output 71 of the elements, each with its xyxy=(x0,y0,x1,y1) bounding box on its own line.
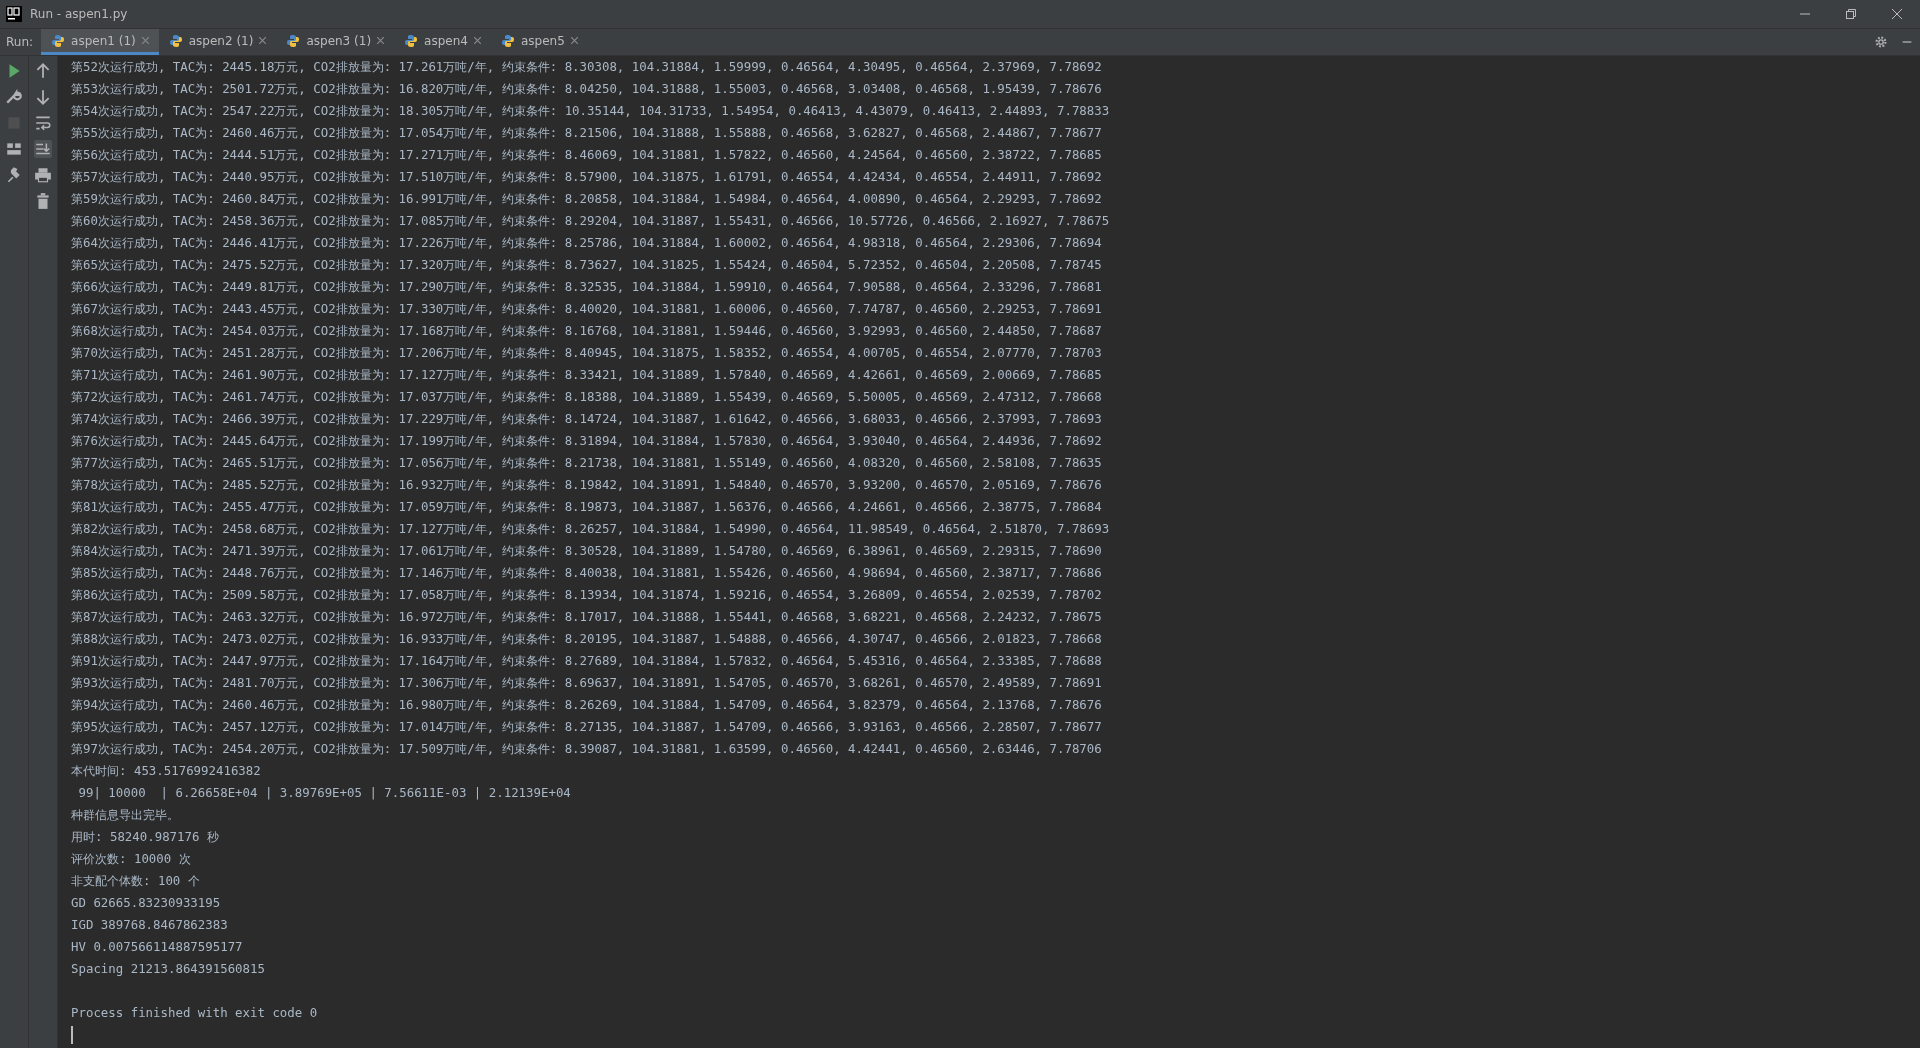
console-line: IGD 389768.8467862383 xyxy=(71,916,229,934)
python-icon xyxy=(286,33,301,48)
settings-icon[interactable] xyxy=(1874,35,1888,49)
close-icon[interactable] xyxy=(570,37,578,44)
close-icon[interactable] xyxy=(259,37,267,44)
console-line: 第68次运行成功, TAC为: 2454.03万元, CO2排放量为: 17.168万吨/年, 约束条件: 8.16768, 104.31881, 1.59446, 0.46560, 3.92993, 0.46560, 2.44850, 7.78687 xyxy=(71,322,1103,340)
console-line: HV 0.007566114887595177 xyxy=(71,938,244,956)
restore-icon[interactable] xyxy=(1846,9,1856,19)
trash-icon[interactable] xyxy=(34,192,52,210)
python-icon xyxy=(168,33,183,48)
run-tab[interactable]: aspen1 (1) xyxy=(41,29,159,55)
console-line: 第54次运行成功, TAC为: 2547.22万元, CO2排放量为: 18.305万吨/年, 约束条件: 10.35144, 104.31733, 1.54954, 0.46413, 4.43079, 0.46413, 2.44893, 7.78833 xyxy=(71,102,1111,120)
console-line: 第72次运行成功, TAC为: 2461.74万元, CO2排放量为: 17.037万吨/年, 约束条件: 8.18388, 104.31889, 1.55439, 0.46569, 5.50005, 0.46569, 2.47312, 7.78668 xyxy=(71,388,1103,406)
console-line: 第74次运行成功, TAC为: 2466.39万元, CO2排放量为: 17.229万吨/年, 约束条件: 8.14724, 104.31887, 1.61642, 0.46566, 3.68033, 0.46566, 2.37993, 7.78693 xyxy=(71,410,1103,428)
console-line: 第66次运行成功, TAC为: 2449.81万元, CO2排放量为: 17.290万吨/年, 约束条件: 8.32535, 104.31884, 1.59910, 0.46564, 7.90588, 0.46564, 2.33296, 7.78681 xyxy=(71,278,1103,296)
run-label: Run: xyxy=(5,34,35,51)
console-line: 第78次运行成功, TAC为: 2485.52万元, CO2排放量为: 16.932万吨/年, 约束条件: 8.19842, 104.31891, 1.54840, 0.46570, 3.93200, 0.46570, 2.05169, 7.78676 xyxy=(71,476,1103,494)
console-line: 第93次运行成功, TAC为: 2481.70万元, CO2排放量为: 17.306万吨/年, 约束条件: 8.69637, 104.31891, 1.54705, 0.46570, 3.68261, 0.46570, 2.49589, 7.78691 xyxy=(71,674,1103,692)
console-line: 第85次运行成功, TAC为: 2448.76万元, CO2排放量为: 17.146万吨/年, 约束条件: 8.40038, 104.31881, 1.55426, 0.46560, 4.98694, 0.46560, 2.38717, 7.78686 xyxy=(71,564,1103,582)
console-line: 第64次运行成功, TAC为: 2446.41万元, CO2排放量为: 17.226万吨/年, 约束条件: 8.25786, 104.31884, 1.60002, 0.46564, 4.98318, 0.46564, 2.29306, 7.78694 xyxy=(71,234,1103,252)
python-icon xyxy=(404,33,419,48)
console-line: 第95次运行成功, TAC为: 2457.12万元, CO2排放量为: 17.014万吨/年, 约束条件: 8.27135, 104.31887, 1.54709, 0.46566, 3.93163, 0.46566, 2.28507, 7.78677 xyxy=(71,718,1103,736)
python-icon xyxy=(51,33,66,48)
console-line: Spacing 21213.864391560815 xyxy=(71,960,266,978)
python-icon xyxy=(500,33,515,48)
window-title: Run - aspen1.py xyxy=(30,7,129,21)
console-line: 第71次运行成功, TAC为: 2461.90万元, CO2排放量为: 17.127万吨/年, 约束条件: 8.33421, 104.31889, 1.57840, 0.46569, 4.42661, 0.46569, 2.00669, 7.78685 xyxy=(71,366,1103,384)
text-cursor xyxy=(71,1026,73,1044)
console-line: 第81次运行成功, TAC为: 2455.47万元, CO2排放量为: 17.059万吨/年, 约束条件: 8.19873, 104.31887, 1.56376, 0.46566, 4.24661, 0.46566, 2.38775, 7.78684 xyxy=(71,498,1103,516)
console-line: 第88次运行成功, TAC为: 2473.02万元, CO2排放量为: 16.933万吨/年, 约束条件: 8.20195, 104.31887, 1.54888, 0.46566, 4.30747, 0.46566, 2.01823, 7.78668 xyxy=(71,630,1103,648)
down-arrow-icon[interactable] xyxy=(34,88,52,106)
console-line: 第70次运行成功, TAC为: 2451.28万元, CO2排放量为: 17.206万吨/年, 约束条件: 8.40945, 104.31875, 1.58352, 0.46554, 4.00705, 0.46554, 2.07770, 7.78703 xyxy=(71,344,1103,362)
close-icon[interactable] xyxy=(473,37,481,44)
run-tab[interactable]: aspen3 (1) xyxy=(276,29,395,55)
console-line: 第52次运行成功, TAC为: 2445.18万元, CO2排放量为: 17.261万吨/年, 约束条件: 8.30308, 104.31884, 1.59999, 0.46564, 4.30495, 0.46564, 2.37969, 7.78692 xyxy=(71,58,1103,76)
console-line: 第67次运行成功, TAC为: 2443.45万元, CO2排放量为: 17.330万吨/年, 约束条件: 8.40020, 104.31881, 1.60006, 0.46560, 7.74787, 0.46560, 2.29253, 7.78691 xyxy=(71,300,1103,318)
console-line: 评价次数: 10000 次 xyxy=(71,850,192,868)
console-line: Process finished with exit code 0 xyxy=(71,1004,319,1022)
console-line: GD 62665.83230933195 xyxy=(71,894,222,912)
close-icon[interactable] xyxy=(377,37,385,44)
run-tab[interactable]: aspen4 xyxy=(394,29,491,55)
layout-icon[interactable] xyxy=(5,140,23,158)
console-line: 第65次运行成功, TAC为: 2475.52万元, CO2排放量为: 17.320万吨/年, 约束条件: 8.73627, 104.31825, 1.55424, 0.46504, 5.72352, 0.46504, 2.20508, 7.78745 xyxy=(71,256,1103,274)
console-line: 第53次运行成功, TAC为: 2501.72万元, CO2排放量为: 16.820万吨/年, 约束条件: 8.04250, 104.31888, 1.55003, 0.46568, 3.03408, 0.46568, 1.95439, 7.78676 xyxy=(71,80,1103,98)
console-line: 第87次运行成功, TAC为: 2463.32万元, CO2排放量为: 16.972万吨/年, 约束条件: 8.17017, 104.31888, 1.55441, 0.46568, 3.68221, 0.46568, 2.24232, 7.78675 xyxy=(71,608,1103,626)
console-line: 第60次运行成功, TAC为: 2458.36万元, CO2排放量为: 17.085万吨/年, 约束条件: 8.29204, 104.31887, 1.55431, 0.46566, 10.57726, 0.46566, 2.16927, 7.78675 xyxy=(71,212,1111,230)
console-line: 第91次运行成功, TAC为: 2447.97万元, CO2排放量为: 17.164万吨/年, 约束条件: 8.27689, 104.31884, 1.57832, 0.46564, 5.45316, 0.46564, 2.33385, 7.78688 xyxy=(71,652,1103,670)
scroll-to-end-icon[interactable] xyxy=(34,140,52,158)
console-line: 第57次运行成功, TAC为: 2440.95万元, CO2排放量为: 17.510万吨/年, 约束条件: 8.57900, 104.31875, 1.61791, 0.46554, 4.42434, 0.46554, 2.44911, 7.78692 xyxy=(71,168,1103,186)
close-icon[interactable] xyxy=(1892,9,1902,19)
console-line: 第77次运行成功, TAC为: 2465.51万元, CO2排放量为: 17.056万吨/年, 约束条件: 8.21738, 104.31881, 1.55149, 0.46560, 4.08320, 0.46560, 2.58108, 7.78635 xyxy=(71,454,1103,472)
console-line: 第94次运行成功, TAC为: 2460.46万元, CO2排放量为: 16.980万吨/年, 约束条件: 8.26269, 104.31884, 1.54709, 0.46564, 3.82379, 0.46564, 2.13768, 7.78676 xyxy=(71,696,1103,714)
console-line: 第97次运行成功, TAC为: 2454.20万元, CO2排放量为: 17.509万吨/年, 约束条件: 8.39087, 104.31881, 1.63599, 0.46560, 4.42441, 0.46560, 2.63446, 7.78706 xyxy=(71,740,1103,758)
console-line: 第76次运行成功, TAC为: 2445.64万元, CO2排放量为: 17.199万吨/年, 约束条件: 8.31894, 104.31884, 1.57830, 0.46564, 3.93040, 0.46564, 2.44936, 7.78692 xyxy=(71,432,1103,450)
console-line: 第56次运行成功, TAC为: 2444.51万元, CO2排放量为: 17.271万吨/年, 约束条件: 8.46069, 104.31881, 1.57822, 0.46560, 4.24564, 0.46560, 2.38722, 7.78685 xyxy=(71,146,1103,164)
soft-wrap-icon[interactable] xyxy=(34,114,52,132)
console-line: 非支配个体数: 100 个 xyxy=(71,872,201,890)
run-tab[interactable]: aspen2 (1) xyxy=(158,29,277,55)
console-line: 本代时间: 453.5176992416382 xyxy=(71,762,262,780)
app-logo-icon xyxy=(6,6,22,22)
up-arrow-icon[interactable] xyxy=(34,62,52,80)
console-line: 第55次运行成功, TAC为: 2460.46万元, CO2排放量为: 17.054万吨/年, 约束条件: 8.21506, 104.31888, 1.55888, 0.46568, 3.62827, 0.46568, 2.44867, 7.78677 xyxy=(71,124,1103,142)
console-line: 第86次运行成功, TAC为: 2509.58万元, CO2排放量为: 17.058万吨/年, 约束条件: 8.13934, 104.31874, 1.59216, 0.46554, 3.26809, 0.46554, 2.02539, 7.78702 xyxy=(71,586,1103,604)
console-line: 第82次运行成功, TAC为: 2458.68万元, CO2排放量为: 17.127万吨/年, 约束条件: 8.26257, 104.31884, 1.54990, 0.46564, 11.98549, 0.46564, 2.51870, 7.78693 xyxy=(71,520,1111,538)
console-line: 用时: 58240.987176 秒 xyxy=(71,828,220,846)
print-icon[interactable] xyxy=(34,166,52,184)
run-tab[interactable]: aspen5 xyxy=(490,29,588,55)
console-line: 99| 10000 | 6.26658E+04 | 3.89769E+05 | 7.56611E-03 | 2.12139E+04 xyxy=(77,784,572,802)
console-line: 第59次运行成功, TAC为: 2460.84万元, CO2排放量为: 16.991万吨/年, 约束条件: 8.20858, 104.31884, 1.54984, 0.46564, 4.00890, 0.46564, 2.29293, 7.78692 xyxy=(71,190,1103,208)
console-line: 第84次运行成功, TAC为: 2471.39万元, CO2排放量为: 17.061万吨/年, 约束条件: 8.30528, 104.31889, 1.54780, 0.46569, 6.38961, 0.46569, 2.29315, 7.78690 xyxy=(71,542,1103,560)
console-line: 种群信息导出完毕。 xyxy=(71,806,180,824)
